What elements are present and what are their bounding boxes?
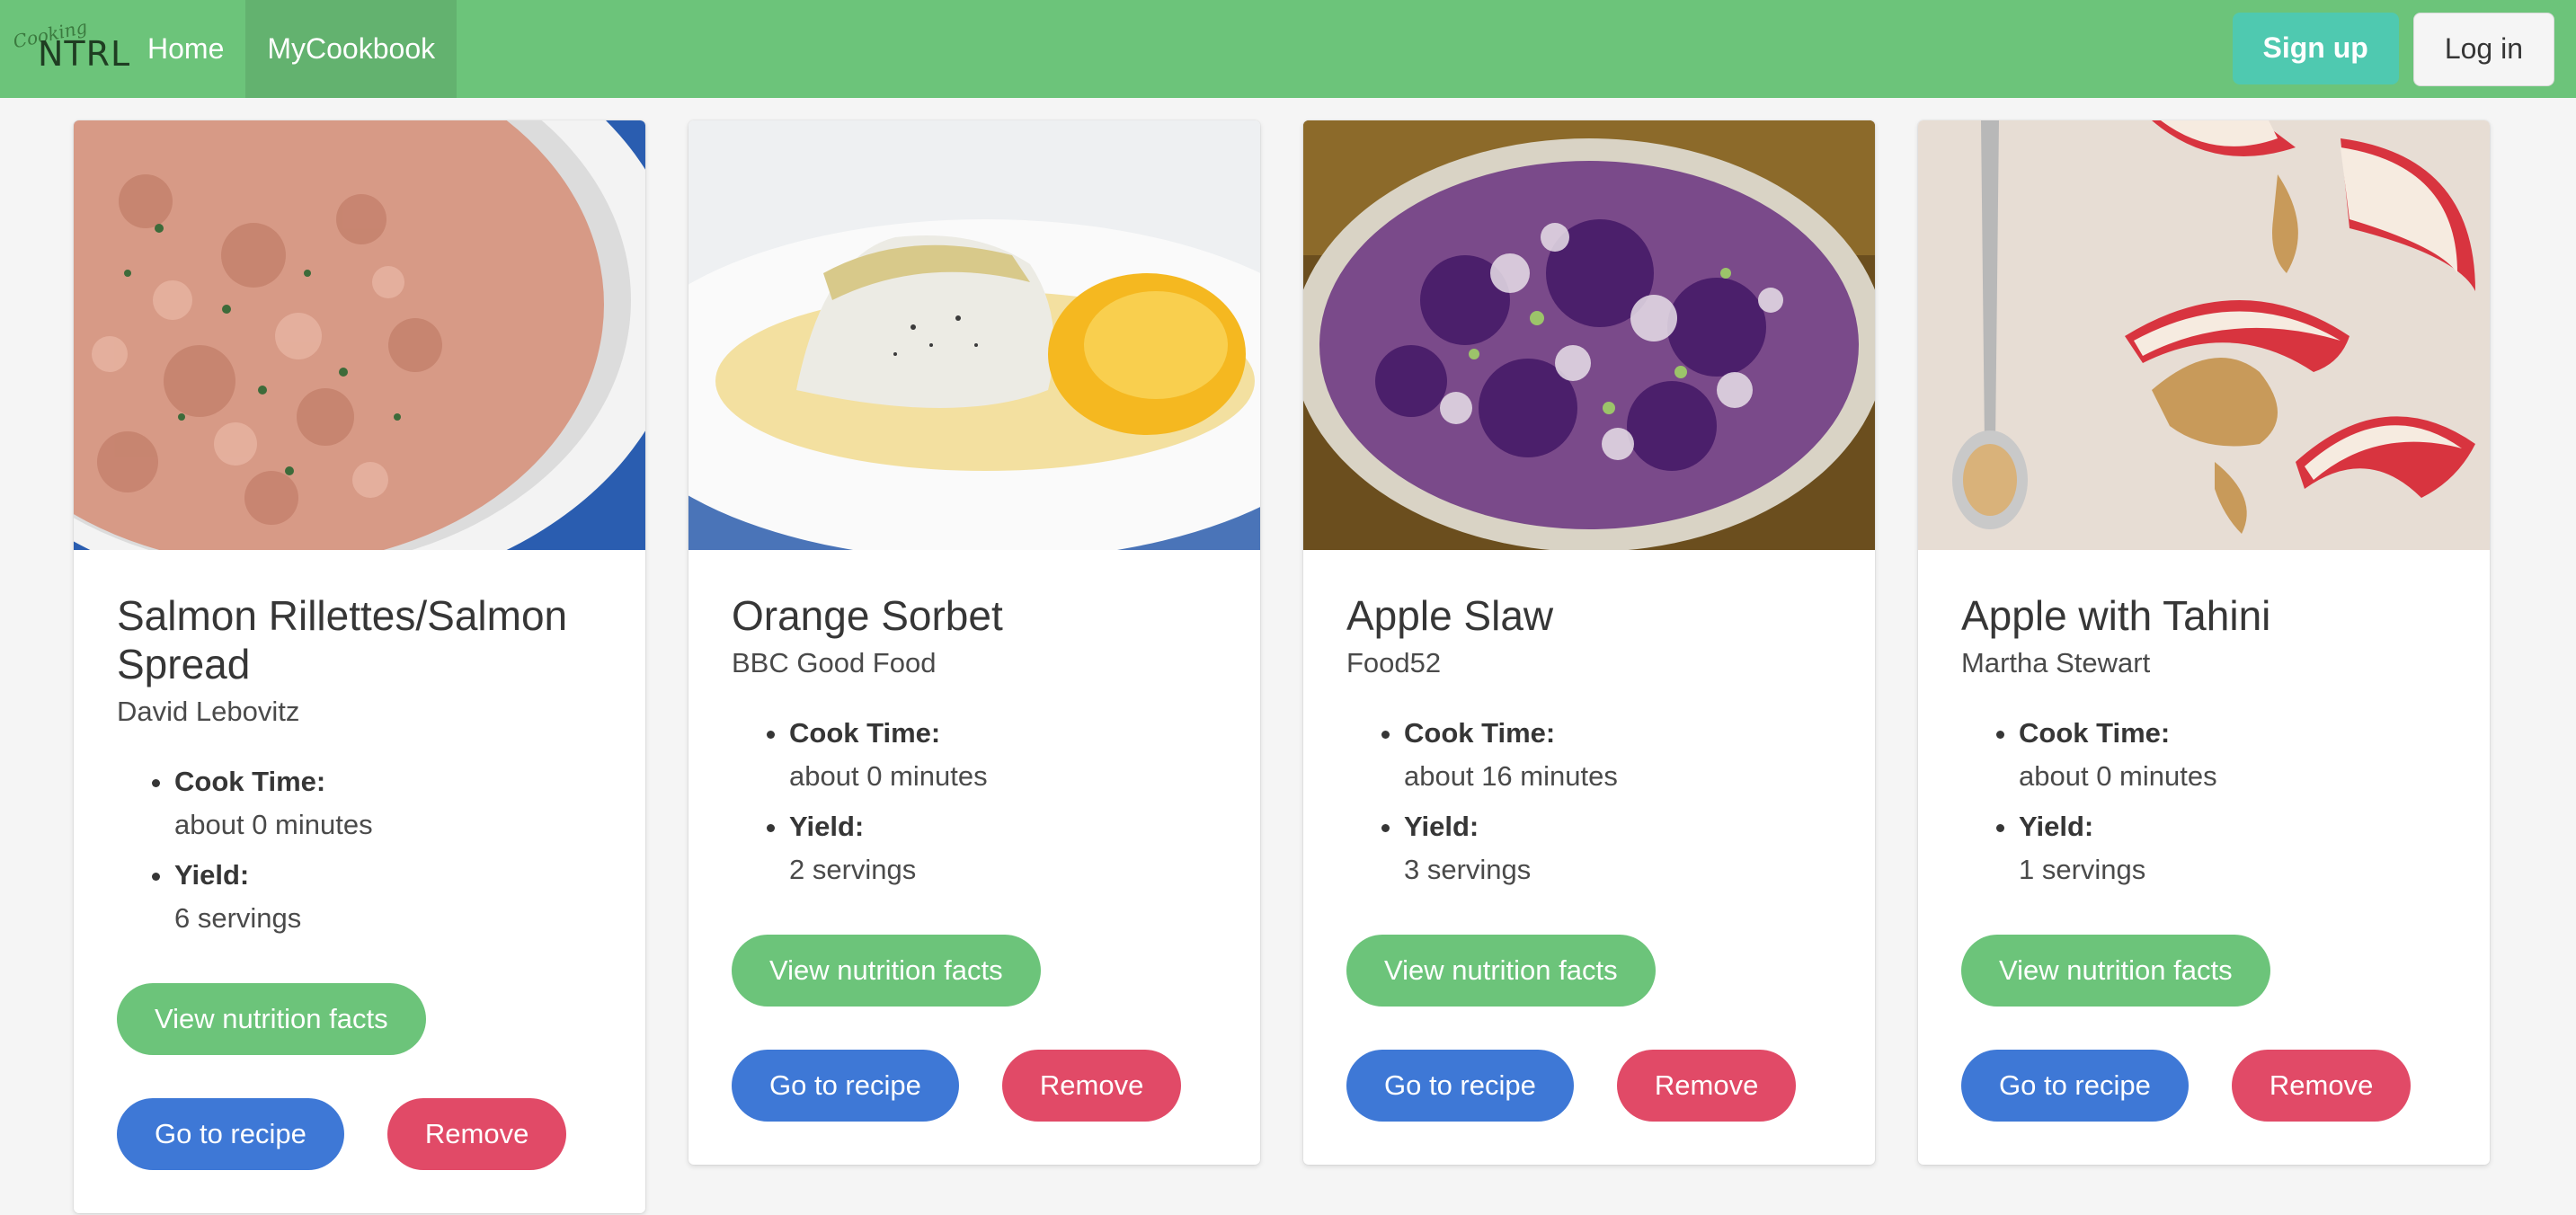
recipe-title: Salmon Rillettes/Salmon Spread (117, 592, 568, 687)
go-to-recipe-button[interactable]: Go to recipe (1346, 1050, 1574, 1122)
recipe-card-body: Salmon Rillettes/Salmon Spread David Leb… (74, 550, 645, 1213)
go-to-recipe-button[interactable]: Go to recipe (117, 1098, 344, 1170)
view-nutrition-button[interactable]: View nutrition facts (732, 935, 1041, 1007)
signup-button[interactable]: Sign up (2232, 12, 2399, 84)
go-to-recipe-button[interactable]: Go to recipe (732, 1050, 959, 1122)
cook-time-label: Cook Time: (1404, 717, 1556, 749)
navbar: Cooking NTRL Home MyCookbook Sign up Log… (0, 0, 2576, 98)
recipe-card-body: Apple with Tahini Martha Stewart Cook Ti… (1918, 550, 2490, 1165)
yield-item: Yield: 6 servings (174, 854, 602, 940)
cook-time-value: about 0 minutes (789, 760, 988, 792)
recipe-actions: Go to recipe Remove (1346, 1050, 1832, 1122)
recipe-title: Apple with Tahini (1961, 592, 2271, 639)
login-button[interactable]: Log in (2412, 12, 2554, 86)
yield-item: Yield: 3 servings (1404, 805, 1832, 891)
recipe-image (74, 120, 645, 550)
recipe-title: Apple Slaw (1346, 592, 1554, 639)
cook-time-item: Cook Time: about 16 minutes (1404, 712, 1832, 798)
view-nutrition-button[interactable]: View nutrition facts (1961, 935, 2270, 1007)
apple-tahini-photo (1918, 120, 2490, 550)
recipe-actions: Go to recipe Remove (1961, 1050, 2447, 1122)
recipe-card: Orange Sorbet BBC Good Food Cook Time: ab… (688, 120, 1260, 1165)
view-nutrition-button[interactable]: View nutrition facts (117, 983, 426, 1055)
brand-logo[interactable]: Cooking NTRL (0, 0, 129, 98)
yield-label: Yield: (174, 859, 250, 891)
yield-item: Yield: 2 servings (789, 805, 1217, 891)
recipe-source: David Lebovitz (117, 696, 300, 727)
view-nutrition-button[interactable]: View nutrition facts (1346, 935, 1656, 1007)
cook-time-label: Cook Time: (174, 766, 326, 797)
cook-time-value: about 0 minutes (174, 809, 373, 840)
recipe-image (1303, 120, 1875, 550)
yield-value: 6 servings (174, 902, 302, 934)
yield-value: 1 servings (2019, 854, 2146, 885)
nav-home[interactable]: Home (126, 0, 245, 98)
nav-actions: Sign up Log in (2232, 12, 2576, 86)
orange-sorbet-photo (688, 120, 1260, 550)
recipe-card-body: Orange Sorbet BBC Good Food Cook Time: ab… (688, 550, 1260, 1165)
recipe-card: Salmon Rillettes/Salmon Spread David Leb… (74, 120, 645, 1213)
remove-button[interactable]: Remove (2231, 1050, 2412, 1122)
apple-slaw-photo (1303, 120, 1875, 550)
cook-time-item: Cook Time: about 0 minutes (2019, 712, 2447, 798)
recipe-source: Food52 (1346, 647, 1442, 678)
recipe-card: Apple Slaw Food52 Cook Time: about 16 min… (1303, 120, 1875, 1165)
recipe-card-body: Apple Slaw Food52 Cook Time: about 16 min… (1303, 550, 1875, 1165)
go-to-recipe-button[interactable]: Go to recipe (1961, 1050, 2189, 1122)
recipe-image (1918, 120, 2490, 550)
recipe-source: Martha Stewart (1961, 647, 2151, 678)
recipe-source: BBC Good Food (732, 647, 937, 678)
recipe-facts: Cook Time: about 0 minutes Yield: 6 servin… (117, 760, 602, 940)
recipe-card: Apple with Tahini Martha Stewart Cook Ti… (1918, 120, 2490, 1165)
cook-time-item: Cook Time: about 0 minutes (174, 760, 602, 847)
recipe-image (688, 120, 1260, 550)
yield-label: Yield: (789, 811, 865, 842)
remove-button[interactable]: Remove (1616, 1050, 1797, 1122)
brand-main-text: NTRL (38, 34, 131, 74)
recipe-actions: Go to recipe Remove (117, 1098, 602, 1170)
cook-time-value: about 16 minutes (1404, 760, 1618, 792)
remove-button[interactable]: Remove (386, 1098, 567, 1170)
cook-time-value: about 0 minutes (2019, 760, 2217, 792)
yield-value: 2 servings (789, 854, 917, 885)
recipe-title: Orange Sorbet (732, 592, 1003, 639)
recipe-facts: Cook Time: about 16 minutes Yield: 3 servi… (1346, 712, 1832, 891)
recipe-facts: Cook Time: about 0 minutes Yield: 2 servin… (732, 712, 1217, 891)
cook-time-item: Cook Time: about 0 minutes (789, 712, 1217, 798)
yield-label: Yield: (2019, 811, 2094, 842)
yield-label: Yield: (1404, 811, 1479, 842)
nav-mycookbook[interactable]: MyCookbook (245, 0, 457, 98)
recipe-facts: Cook Time: about 0 minutes Yield: 1 servin… (1961, 712, 2447, 891)
remove-button[interactable]: Remove (1001, 1050, 1182, 1122)
salmon-spread-photo (74, 120, 645, 550)
yield-item: Yield: 1 servings (2019, 805, 2447, 891)
cook-time-label: Cook Time: (789, 717, 941, 749)
recipe-actions: Go to recipe Remove (732, 1050, 1217, 1122)
yield-value: 3 servings (1404, 854, 1532, 885)
cook-time-label: Cook Time: (2019, 717, 2171, 749)
